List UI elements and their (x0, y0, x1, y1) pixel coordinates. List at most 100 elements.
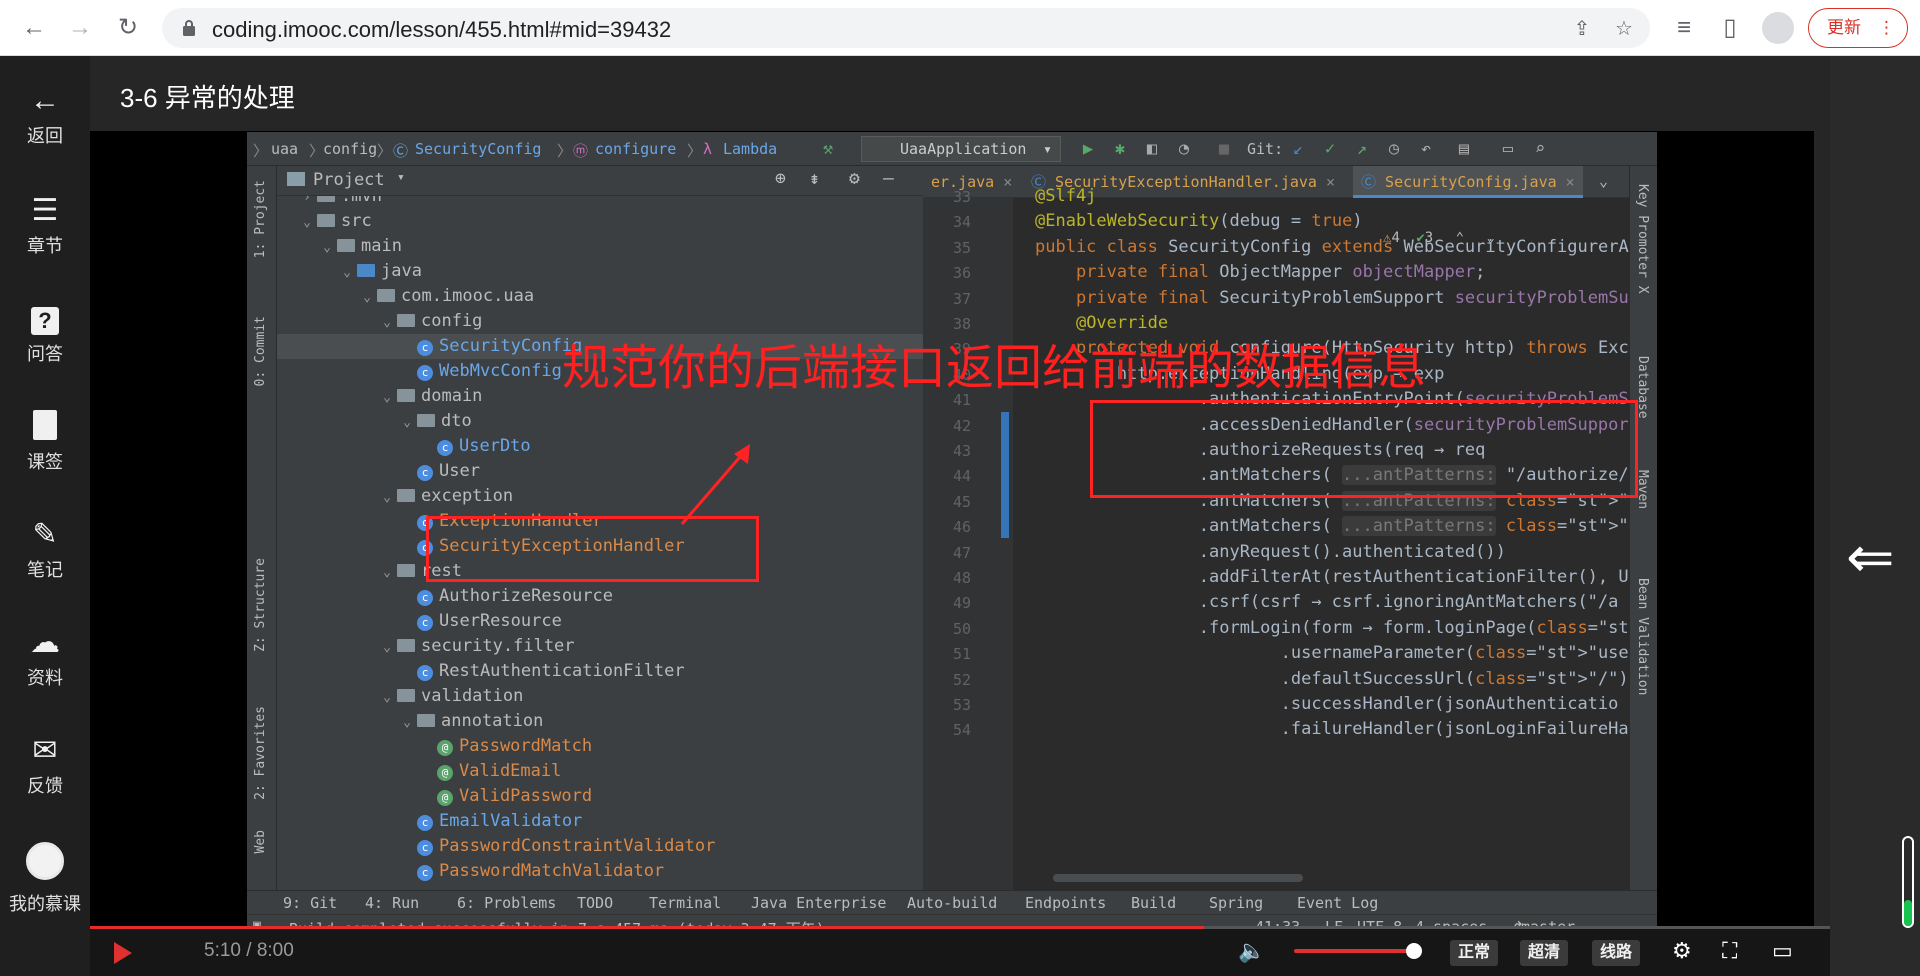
nav-bookmarks[interactable]: 课签 (0, 410, 90, 474)
indent-setting[interactable]: 4 spaces (1415, 918, 1487, 926)
line-select-button[interactable]: 线路 (1592, 940, 1640, 966)
tree-item[interactable]: c EmailValidator (397, 809, 582, 834)
tree-item[interactable]: c SecurityConfig (397, 334, 582, 359)
url-text[interactable]: coding.imooc.com/lesson/455.html#mid=394… (212, 17, 671, 43)
back-icon[interactable]: ← (18, 12, 50, 44)
layout-icon[interactable]: ▣ (253, 918, 261, 926)
tree-item[interactable]: c WebMvcConfig (397, 359, 562, 384)
sidepanel-icon[interactable]: ▯ (1714, 12, 1746, 44)
tree-arrow-icon[interactable]: ⌄ (377, 560, 397, 585)
tree-item[interactable]: ⌄ annotation (397, 709, 543, 734)
tool-window-button[interactable]: TODO (577, 894, 613, 912)
tool-window-button[interactable]: Spring (1209, 894, 1263, 912)
reload-icon[interactable]: ↻ (112, 12, 144, 44)
tool-window-button[interactable]: 4: Run (365, 894, 419, 912)
search-icon[interactable]: ⌕ (1529, 138, 1551, 160)
nav-my-imooc[interactable]: 我的慕课 (0, 842, 90, 916)
project-structure-icon[interactable]: ▤ (1453, 138, 1475, 160)
tree-item[interactable]: @ ValidPassword (417, 784, 592, 809)
tree-item[interactable]: ⌄ exception (377, 484, 513, 509)
project-label[interactable]: Project (313, 170, 385, 190)
tree-item[interactable]: c UserDto (417, 434, 531, 459)
git-update-icon[interactable]: ↙ (1287, 138, 1309, 160)
tree-item[interactable]: c RestAuthenticationFilter (397, 659, 685, 684)
volume-knob[interactable] (1405, 943, 1422, 959)
nav-qa[interactable]: ? 问答 (0, 302, 90, 366)
line-separator[interactable]: LF (1325, 918, 1343, 926)
run-config-select[interactable]: UaaApplication ▾ (861, 136, 1061, 162)
tree-item[interactable]: › .mvn (297, 196, 382, 209)
close-icon[interactable]: × (1003, 173, 1012, 191)
tab-commit[interactable]: 0: Commit (253, 316, 268, 386)
gear-icon[interactable]: ⚙ (849, 168, 860, 189)
tree-arrow-icon[interactable]: ⌄ (377, 310, 397, 335)
tree-arrow-icon[interactable]: ⌄ (397, 710, 417, 735)
tree-item[interactable]: @ PasswordMatch (417, 734, 592, 759)
gear-icon[interactable]: ⚙ (1672, 938, 1692, 964)
chevron-down-icon[interactable]: ▾ (397, 170, 405, 185)
star-icon[interactable]: ☆ (1612, 18, 1636, 40)
tree-arrow-icon[interactable]: ⌄ (337, 260, 357, 285)
tree-arrow-icon[interactable]: ⌄ (397, 410, 417, 435)
tree-arrow-icon[interactable]: ⌄ (377, 385, 397, 410)
share-icon[interactable]: ⇪ (1570, 18, 1594, 40)
nav-notes[interactable]: ✎ 笔记 (0, 518, 90, 582)
tree-item[interactable]: ⌄ validation (377, 684, 523, 709)
collapse-all-icon[interactable]: ⇟ (809, 168, 820, 189)
run-icon[interactable]: ▶ (1077, 138, 1099, 160)
horizontal-scrollbar[interactable] (1053, 874, 1303, 882)
debug-icon[interactable]: ✱ (1109, 138, 1131, 160)
minimize-icon[interactable]: — (883, 168, 894, 189)
close-icon[interactable]: × (1566, 173, 1575, 191)
tree-item[interactable]: ⌄ security.filter (377, 634, 574, 660)
update-button[interactable]: 更新 ⋮ (1808, 8, 1908, 48)
breadcrumb-config[interactable]: config (323, 140, 377, 158)
file-encoding[interactable]: UTF-8 (1357, 918, 1402, 926)
breadcrumb-lambda[interactable]: Lambda (723, 140, 777, 158)
caret-position[interactable]: 41:33 (1255, 918, 1300, 926)
volume-icon[interactable]: 🔈 (1238, 938, 1265, 964)
tab-key-promoter[interactable]: Key Promoter X (1635, 184, 1650, 294)
tree-arrow-icon[interactable]: ⌄ (357, 285, 377, 310)
git-branch[interactable]: master (1521, 918, 1575, 926)
tree-arrow-icon[interactable]: ⌄ (377, 485, 397, 510)
tree-item[interactable]: ⌄ dto (397, 409, 472, 434)
tree-arrow-icon[interactable]: ⌄ (317, 235, 337, 260)
tree-item[interactable]: c UserResource (397, 609, 562, 634)
tool-window-button[interactable]: 9: Git (283, 894, 337, 912)
nav-materials[interactable]: ☁ 资料 (0, 626, 90, 690)
pip-icon[interactable]: ▭ (1772, 938, 1793, 964)
locate-icon[interactable]: ⊕ (775, 168, 786, 189)
tab-structure[interactable]: Z: Structure (253, 558, 268, 652)
tab-web[interactable]: Web (253, 830, 268, 853)
breadcrumb-configure[interactable]: configure (595, 140, 676, 158)
tree-item[interactable]: ⌄ main (317, 234, 402, 259)
git-push-icon[interactable]: ↗ (1351, 138, 1373, 160)
stop-icon[interactable]: ■ (1213, 138, 1235, 160)
git-commit-icon[interactable]: ✓ (1319, 138, 1341, 160)
tool-window-button[interactable]: Java Enterprise (751, 894, 886, 912)
tool-window-button[interactable]: Auto-build (907, 894, 997, 912)
breadcrumb-securityconfig[interactable]: SecurityConfig (415, 140, 541, 158)
tree-item[interactable]: c User (397, 459, 480, 484)
tree-item[interactable]: c AuthorizeResource (397, 584, 613, 609)
tree-arrow-icon[interactable]: ⌄ (377, 635, 397, 660)
fullscreen-icon[interactable]: ⛶ (1722, 938, 1737, 964)
coverage-icon[interactable]: ◧ (1141, 138, 1163, 160)
tree-arrow-icon[interactable]: › (297, 196, 317, 210)
collapse-arrow-icon[interactable]: ⇐ (1846, 528, 1895, 588)
tool-window-button[interactable]: Terminal (649, 894, 721, 912)
layout-icon[interactable]: ▭ (1497, 138, 1519, 160)
tree-arrow-icon[interactable]: ⌄ (377, 685, 397, 710)
tree-item[interactable]: @ ValidEmail (417, 759, 561, 784)
chevron-down-icon[interactable]: ⌄ (1599, 172, 1608, 190)
play-icon[interactable] (114, 942, 132, 964)
tree-item[interactable]: ⌄ com.imooc.uaa (357, 284, 534, 309)
tree-item[interactable]: ⌄ domain (377, 384, 482, 409)
tool-window-button[interactable]: Build (1131, 894, 1176, 912)
profile-avatar[interactable] (1762, 12, 1794, 44)
close-icon[interactable]: × (1326, 173, 1335, 191)
tree-item[interactable]: ⌄ java (337, 259, 422, 284)
address-bar[interactable]: coding.imooc.com/lesson/455.html#mid=394… (162, 8, 1650, 48)
tree-arrow-icon[interactable]: ⌄ (297, 210, 317, 235)
